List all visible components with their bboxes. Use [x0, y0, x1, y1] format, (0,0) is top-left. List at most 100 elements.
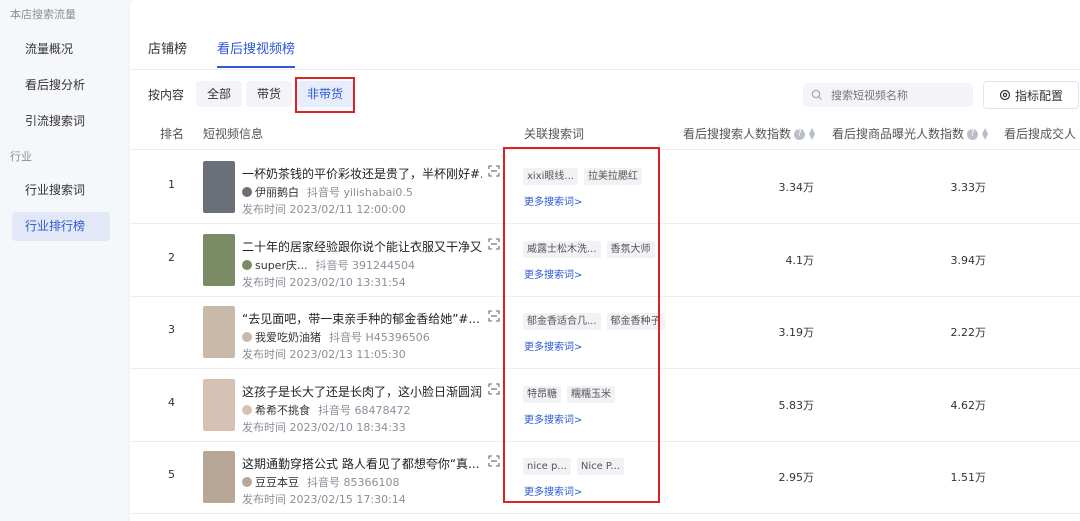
keyword-tags: 威露士松木洗... 香氛大师	[523, 240, 661, 258]
author-name: 豆豆本豆	[255, 476, 299, 489]
video-thumbnail[interactable]	[203, 451, 235, 503]
exposure-index-value: 3.94万	[950, 253, 987, 267]
video-title[interactable]: 一杯奶茶钱的平价彩妆还是贵了，半杯刚好#...	[242, 165, 482, 182]
search-index-value: 4.1万	[785, 253, 815, 267]
keyword-tag[interactable]: 糯糯玉米	[567, 385, 615, 403]
expand-icon[interactable]	[488, 165, 500, 177]
author-name: 希希不挑食	[255, 403, 310, 417]
keyword-tag[interactable]: 郁金香适合几...	[523, 313, 601, 330]
rank-number: 3	[168, 323, 175, 336]
table-row[interactable]: 3 “去见面吧，带一束亲手种的郁金香给她”#... 我爱吃奶油猪 抖音号 H45396…	[130, 296, 1080, 369]
filter-with-goods-button[interactable]: 带货	[246, 81, 293, 107]
keyword-tags: 郁金香适合几... 郁金香种子	[523, 313, 671, 330]
avatar	[242, 404, 252, 415]
table-header: 排名 短视频信息 关联搜索词 看后搜搜索人数指数 ? ▲ ▼ 看后搜商品曝光人数指…	[130, 118, 1080, 150]
publish-time: 发布时间 2023/02/11 12:00:00	[242, 203, 406, 216]
col-video-info: 短视频信息	[203, 127, 264, 141]
table-row[interactable]: 4 这孩子是长大了还是长肉了，这小脸日渐圆润... 希希不挑食 抖音号 6847847…	[130, 369, 1080, 442]
video-title[interactable]: “去见面吧，带一束亲手种的郁金香给她”#...	[242, 310, 482, 327]
avatar	[242, 187, 252, 197]
author-id: 抖音号 85366108	[307, 476, 400, 489]
sidebar-group-industry: 行业	[10, 150, 32, 163]
video-thumbnail[interactable]	[203, 161, 235, 213]
col-search-index-label: 看后搜搜索人数指数	[683, 127, 792, 141]
expand-icon[interactable]	[488, 237, 500, 250]
video-title[interactable]: 二十年的居家经验跟你说个能让衣服又干净又...	[242, 238, 482, 255]
expand-icon[interactable]	[488, 310, 500, 322]
more-keywords-link[interactable]: 更多搜索词>	[524, 483, 582, 498]
expand-icon[interactable]	[488, 455, 500, 467]
keyword-tag[interactable]: nice p...	[523, 458, 571, 475]
keyword-tag[interactable]: 拉美拉腮红	[583, 168, 642, 185]
col-deal-index: 看后搜成交人	[1004, 127, 1077, 141]
expand-icon[interactable]	[488, 382, 500, 395]
sidebar-item-industry-ranking[interactable]: 行业排行榜	[12, 212, 110, 241]
more-keywords-link[interactable]: 更多搜索词>	[524, 193, 582, 208]
col-keywords: 关联搜索词	[524, 127, 585, 141]
keyword-tag[interactable]: Nice P...	[576, 458, 624, 475]
col-search-index[interactable]: 看后搜搜索人数指数 ? ▲ ▼	[683, 118, 815, 150]
author-name: super庆...	[255, 258, 308, 272]
video-author: 伊丽鹅白 抖音号 yilishabai0.5	[242, 184, 413, 200]
keyword-tag[interactable]: 香氛大师	[606, 240, 655, 258]
rank-number: 2	[168, 250, 175, 264]
more-keywords-link[interactable]: 更多搜索词>	[524, 411, 582, 426]
video-search-input[interactable]	[803, 83, 973, 107]
keyword-tag[interactable]: 威露士松木洗...	[523, 240, 601, 258]
rank-number: 5	[168, 468, 175, 481]
search-index-value: 3.19万	[778, 326, 815, 339]
table-row[interactable]: 5 这期通勤穿搭公式 路人看见了都想夸你“真... 豆豆本豆 抖音号 85366108…	[130, 441, 1080, 514]
main-panel: 店铺榜 看后搜视频榜 按内容 全部 带货 非带货 指标配置 排名 短视频信息 关…	[130, 0, 1080, 521]
tab-divider	[130, 69, 1080, 70]
sidebar-item-traffic-keywords[interactable]: 引流搜索词	[12, 107, 110, 136]
filter-label: 按内容	[148, 87, 185, 102]
tab-store-ranking[interactable]: 店铺榜	[148, 38, 187, 62]
col-exposure-index-label: 看后搜商品曝光人数指数	[832, 127, 965, 141]
filter-no-goods-button[interactable]: 非带货	[296, 81, 355, 107]
avatar	[242, 259, 252, 270]
video-title[interactable]: 这孩子是长大了还是长肉了，这小脸日渐圆润...	[242, 383, 482, 400]
author-name: 我爱吃奶油猪	[255, 331, 321, 344]
publish-time: 发布时间 2023/02/15 17:30:14	[242, 493, 406, 506]
sort-icon[interactable]: ▲ ▼	[809, 127, 815, 141]
tab-video-ranking[interactable]: 看后搜视频榜	[217, 38, 296, 68]
publish-time: 发布时间 2023/02/10 13:31:54	[242, 275, 406, 289]
video-author: 我爱吃奶油猪 抖音号 H45396506	[242, 329, 430, 345]
author-name: 伊丽鹅白	[255, 186, 299, 199]
keyword-tag[interactable]: 郁金香种子	[606, 313, 665, 330]
help-icon[interactable]: ?	[794, 128, 806, 140]
video-thumbnail[interactable]	[203, 378, 235, 431]
col-exposure-index[interactable]: 看后搜商品曝光人数指数 ? ▲ ▼	[832, 118, 988, 150]
video-thumbnail[interactable]	[203, 233, 235, 286]
rank-number: 1	[168, 178, 175, 191]
more-keywords-link[interactable]: 更多搜索词>	[524, 338, 582, 353]
sidebar-item-traffic-overview[interactable]: 流量概况	[12, 35, 110, 64]
keyword-tags: xixi眼线... 拉美拉腮红	[523, 168, 648, 185]
more-keywords-link[interactable]: 更多搜索词>	[524, 266, 582, 281]
video-thumbnail[interactable]	[203, 306, 235, 358]
filter-all-button[interactable]: 全部	[196, 81, 243, 107]
sort-icon[interactable]: ▲ ▼	[982, 127, 988, 141]
content-filter: 按内容 全部 带货 非带货	[148, 80, 358, 108]
table-row[interactable]: 2 二十年的居家经验跟你说个能让衣服又干净又... super庆... 抖音号 391…	[130, 224, 1080, 297]
help-icon[interactable]: ?	[967, 128, 979, 140]
video-author: super庆... 抖音号 391244504	[242, 257, 415, 273]
metric-config-button[interactable]: 指标配置	[983, 81, 1079, 109]
table-row[interactable]: 1 一杯奶茶钱的平价彩妆还是贵了，半杯刚好#... 伊丽鹅白 抖音号 yilishab…	[130, 151, 1080, 224]
keyword-tag[interactable]: xixi眼线...	[523, 168, 578, 185]
keyword-tag[interactable]: 特昂糖	[523, 385, 561, 403]
author-id: 抖音号 H45396506	[329, 331, 430, 344]
gear-icon	[999, 89, 1011, 101]
sidebar-item-industry-keywords[interactable]: 行业搜索词	[12, 176, 110, 205]
search-icon	[811, 89, 822, 100]
keyword-tags: 特昂糖 糯糯玉米	[523, 385, 621, 403]
sidebar-item-post-view-search-analysis[interactable]: 看后搜分析	[12, 71, 110, 100]
tab-bar: 店铺榜 看后搜视频榜	[148, 38, 325, 68]
exposure-index-value: 3.33万	[950, 181, 987, 194]
sidebar: 本店搜索流量 流量概况 看后搜分析 引流搜索词 行业 行业搜索词 行业排行榜	[0, 0, 128, 521]
sidebar-group-store-search: 本店搜索流量	[10, 8, 76, 21]
publish-time: 发布时间 2023/02/10 18:34:33	[242, 420, 406, 434]
author-id: 抖音号 68478472	[318, 403, 411, 417]
video-title[interactable]: 这期通勤穿搭公式 路人看见了都想夸你“真...	[242, 455, 482, 472]
search-index-value: 3.34万	[778, 181, 815, 194]
